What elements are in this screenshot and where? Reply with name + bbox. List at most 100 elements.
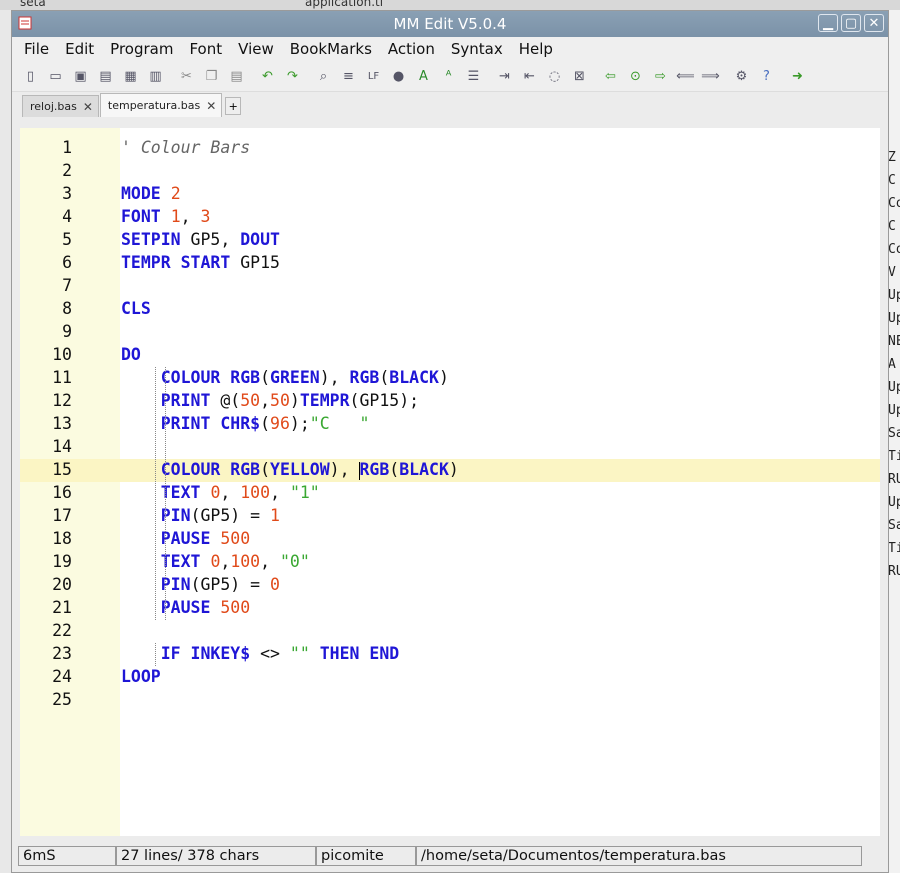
menu-action[interactable]: Action xyxy=(380,40,443,58)
code-line[interactable]: 20 PIN(GP5) = 0 xyxy=(20,574,880,597)
file-tab[interactable]: temperatura.bas ✕ xyxy=(99,93,223,117)
code-token: COLOUR RGB xyxy=(160,368,261,387)
code-line[interactable]: 22 xyxy=(20,620,880,643)
maximize-button[interactable]: ▢ xyxy=(841,14,861,32)
forward-button[interactable]: ⇨ xyxy=(648,65,673,87)
back-icon: ⇦ xyxy=(605,68,616,84)
close-tab-icon[interactable]: ✕ xyxy=(206,99,216,113)
menu-bar: File Edit Program Font View BookMarks Action Sy… xyxy=(12,37,888,61)
redo-button[interactable]: ↷ xyxy=(280,65,305,87)
code-token: LOOP xyxy=(121,667,161,686)
settings-button[interactable]: ⚙ xyxy=(729,65,754,87)
save-all-button[interactable]: ▤ xyxy=(93,65,118,87)
new-file-button[interactable]: ▯ xyxy=(18,65,43,87)
background-text: Ti xyxy=(888,449,900,464)
code-token: RGB xyxy=(349,368,380,387)
code-line[interactable]: 12 PRINT @(50,50)TEMPR(GP15); xyxy=(20,390,880,413)
close-button[interactable]: ✕ xyxy=(864,14,884,32)
dot-button[interactable]: ● xyxy=(386,65,411,87)
new-tab-button[interactable]: + xyxy=(225,97,242,115)
find-button[interactable]: ⌕ xyxy=(311,65,336,87)
code-token: ( xyxy=(260,368,271,387)
upload-button[interactable]: ➜ xyxy=(785,65,810,87)
code-line[interactable]: 25 xyxy=(20,689,880,712)
indent-button[interactable]: ⇥ xyxy=(492,65,517,87)
code-token: COLOUR RGB xyxy=(160,460,261,479)
desktop-top-strip: seta application.tl xyxy=(0,0,900,10)
paste-button[interactable]: ▤ xyxy=(224,65,249,87)
line-number: 4 xyxy=(62,207,72,226)
menu-edit[interactable]: Edit xyxy=(57,40,102,58)
cut-button[interactable]: ✂ xyxy=(174,65,199,87)
code-line[interactable]: 17 PIN(GP5) = 1 xyxy=(20,505,880,528)
code-line[interactable]: 21 PAUSE 500 xyxy=(20,597,880,620)
code-line[interactable]: 24 LOOP xyxy=(20,666,880,689)
code-line[interactable]: 15 COLOUR RGB(YELLOW), RGB(BLACK) xyxy=(20,459,880,482)
code-line[interactable]: 3 MODE 2 xyxy=(20,183,880,206)
prev-button[interactable]: ⟸ xyxy=(673,65,698,87)
code-line[interactable]: 1 ' Colour Bars xyxy=(20,137,880,160)
code-token: ) xyxy=(289,391,300,410)
copy-button[interactable]: ❐ xyxy=(199,65,224,87)
code-line[interactable]: 5 SETPIN GP5, DOUT xyxy=(20,229,880,252)
menu-view[interactable]: View xyxy=(230,40,282,58)
save-all-icon: ▤ xyxy=(99,68,112,84)
screenshot-button[interactable]: ▦ xyxy=(118,65,143,87)
list-button[interactable]: ≡ xyxy=(336,65,361,87)
code-line[interactable]: 16 TEXT 0, 100, "1" xyxy=(20,482,880,505)
menu-file[interactable]: File xyxy=(16,40,57,58)
menu-help[interactable]: Help xyxy=(511,40,561,58)
print-button[interactable]: ▥ xyxy=(143,65,168,87)
code-token: "0" xyxy=(280,552,310,571)
menu-font[interactable]: Font xyxy=(181,40,230,58)
menu-program[interactable]: Program xyxy=(102,40,181,58)
outdent-button[interactable]: ⇤ xyxy=(517,65,542,87)
replace-button[interactable]: ᴬ xyxy=(436,65,461,87)
code-line[interactable]: 23 IF INKEY$ <> "" THEN END xyxy=(20,643,880,666)
undo-button[interactable]: ↶ xyxy=(255,65,280,87)
code-line[interactable]: 8 CLS xyxy=(20,298,880,321)
menu-syntax[interactable]: Syntax xyxy=(443,40,511,58)
line-code: ' Colour Bars xyxy=(121,138,250,157)
status-bar: 6mS 27 lines/ 378 chars picomite /home/s… xyxy=(18,846,862,868)
save-button[interactable]: ▣ xyxy=(68,65,93,87)
code-line[interactable]: 10 DO xyxy=(20,344,880,367)
code-line[interactable]: 7 xyxy=(20,275,880,298)
close-tab-icon[interactable]: ✕ xyxy=(83,100,93,114)
line-number: 12 xyxy=(52,391,72,410)
code-line[interactable]: 19 TEXT 0,100, "0" xyxy=(20,551,880,574)
code-token: PRINT xyxy=(160,391,211,410)
back-button[interactable]: ⇦ xyxy=(598,65,623,87)
line-number: 18 xyxy=(52,529,72,548)
code-line[interactable]: 2 xyxy=(20,160,880,183)
code-line[interactable]: 4 FONT 1, 3 xyxy=(20,206,880,229)
undo-icon: ↶ xyxy=(262,68,273,84)
next-button[interactable]: ⟹ xyxy=(698,65,723,87)
lf-button[interactable]: LF xyxy=(361,65,386,87)
code-token: PAUSE xyxy=(160,529,211,548)
uncomment-button[interactable]: ⊠ xyxy=(567,65,592,87)
code-line[interactable]: 6 TEMPR START GP15 xyxy=(20,252,880,275)
comment-button[interactable]: ◌ xyxy=(542,65,567,87)
code-line[interactable]: 9 xyxy=(20,321,880,344)
menu-bookmarks[interactable]: BookMarks xyxy=(282,40,380,58)
code-token: (GP15); xyxy=(349,391,420,410)
title-bar[interactable]: MM Edit V5.0.4 ▁ ▢ ✕ xyxy=(12,11,888,37)
numbered-list-button[interactable]: ☰ xyxy=(461,65,486,87)
line-code: FONT 1, 3 xyxy=(121,207,210,226)
code-line[interactable]: 13 PRINT CHR$(96);"C " xyxy=(20,413,880,436)
font-button[interactable]: A xyxy=(411,65,436,87)
indent-icon: ⇥ xyxy=(499,68,510,84)
code-line[interactable]: 18 PAUSE 500 xyxy=(20,528,880,551)
file-tab[interactable]: reloj.bas ✕ xyxy=(22,95,99,117)
help-button[interactable]: ? xyxy=(754,65,779,87)
code-line[interactable]: 11 COLOUR RGB(GREEN), RGB(BLACK) xyxy=(20,367,880,390)
open-file-button[interactable]: ▭ xyxy=(43,65,68,87)
code-line[interactable]: 14 xyxy=(20,436,880,459)
background-text: Ti xyxy=(888,541,900,556)
code-token: BLACK xyxy=(399,460,449,479)
minimize-button[interactable]: ▁ xyxy=(818,14,838,32)
code-token: TEXT xyxy=(160,552,201,571)
code-editor[interactable]: 1 ' Colour Bars 2 3 MODE 2 4 FONT 1, 3 5 SETPIN … xyxy=(20,128,880,836)
run-button[interactable]: ⊙ xyxy=(623,65,648,87)
